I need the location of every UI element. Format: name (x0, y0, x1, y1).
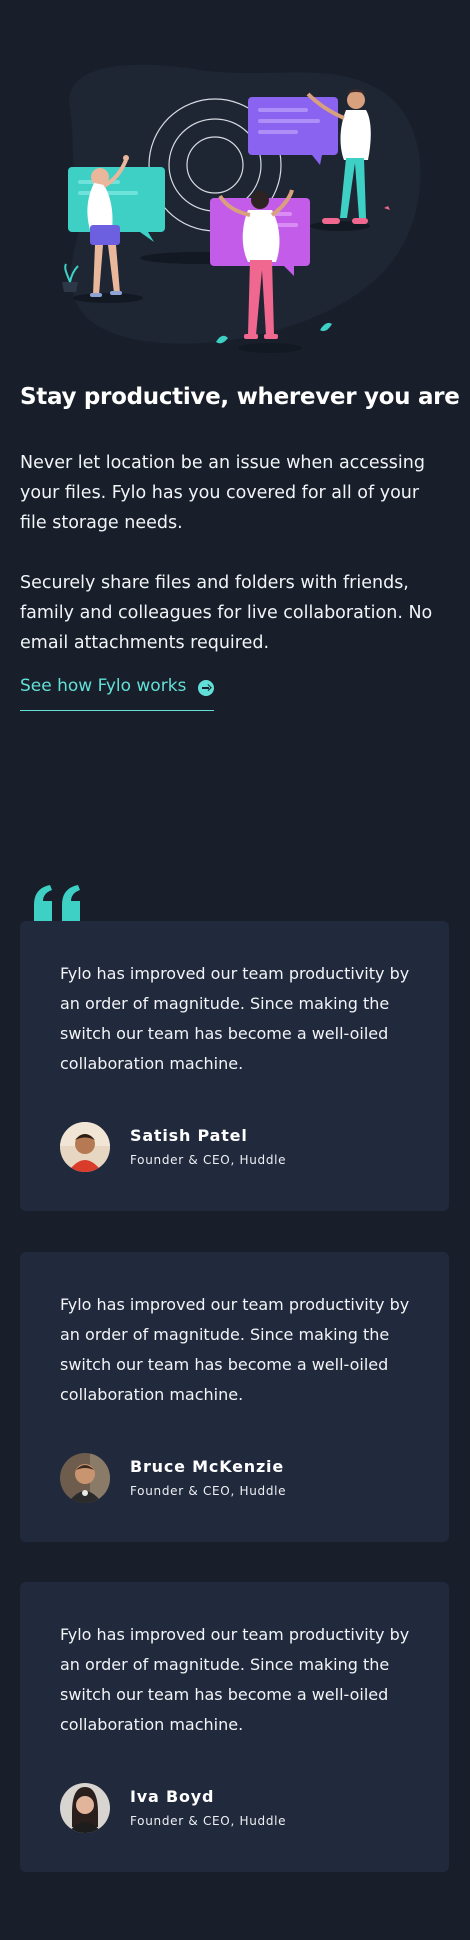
quote-icon (34, 885, 80, 921)
testimonial-name: Iva Boyd (130, 1787, 215, 1806)
arrow-right-circle-icon (198, 680, 214, 696)
testimonial-text: Fylo has improved our team productivity … (60, 964, 410, 1073)
avatar (60, 1453, 110, 1503)
productive-paragraph-1: Never let location be an issue when acce… (20, 453, 425, 533)
productive-illustration (62, 64, 421, 353)
avatar (60, 1783, 110, 1833)
testimonial-text: Fylo has improved our team productivity … (60, 1295, 410, 1404)
testimonial-card: Fylo has improved our team productivity … (20, 1252, 449, 1542)
see-how-fylo-works-link[interactable]: See how Fylo works (20, 676, 214, 711)
productive-heading: Stay productive, wherever you are (20, 384, 460, 410)
productive-paragraph-2: Securely share files and folders with fr… (20, 573, 433, 653)
testimonial-role: Founder & CEO, Huddle (130, 1814, 287, 1828)
testimonial-card: Fylo has improved our team productivity … (20, 1582, 449, 1872)
testimonial-name: Satish Patel (130, 1126, 248, 1145)
testimonial-text: Fylo has improved our team productivity … (60, 1625, 410, 1734)
see-how-link-label: See how Fylo works (20, 676, 187, 696)
testimonial-role: Founder & CEO, Huddle (130, 1484, 287, 1498)
testimonial-role: Founder & CEO, Huddle (130, 1153, 287, 1167)
testimonial-name: Bruce McKenzie (130, 1457, 284, 1476)
testimonial-card: Fylo has improved our team productivity … (20, 921, 449, 1211)
avatar (60, 1122, 110, 1172)
